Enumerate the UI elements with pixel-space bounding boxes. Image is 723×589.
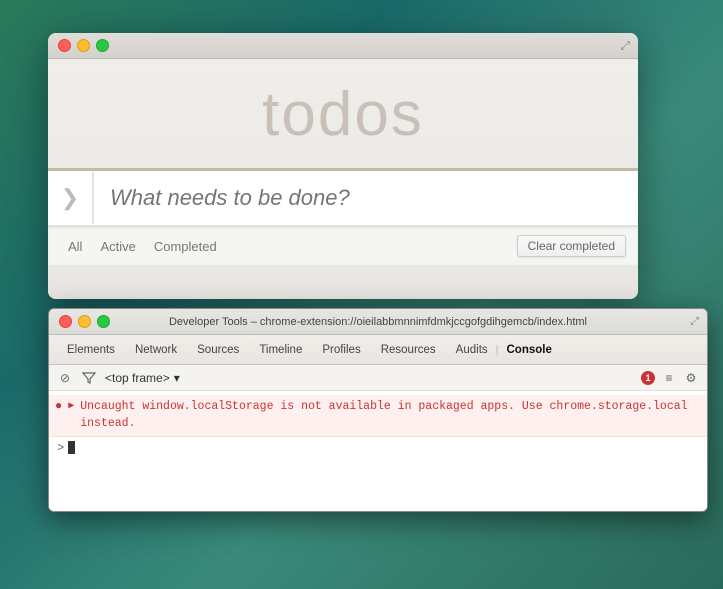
traffic-lights [58,39,109,52]
devtools-close-button[interactable] [59,315,72,328]
settings-icon[interactable]: ⚙ [683,370,699,386]
app-title: todos [48,79,638,150]
console-error-entry: ● ▶ Uncaught window.localStorage is not … [49,395,707,437]
tab-elements[interactable]: Elements [57,338,125,362]
tab-sources[interactable]: Sources [187,338,249,362]
chevron-down-icon: ❯ [61,185,79,211]
expand-triangle-icon[interactable]: ▶ [68,400,74,412]
tab-console[interactable]: Console [497,338,562,362]
expand-icon[interactable]: ⤢ [620,38,630,53]
tab-resources[interactable]: Resources [371,338,446,362]
frame-dropdown-icon: ▾ [174,371,180,385]
frame-label: <top frame> [105,371,170,385]
prompt-symbol: > [57,441,64,455]
devtools-toolbar: ⊘ <top frame> ▾ 1 ≡ ⚙ [49,365,707,391]
tab-network[interactable]: Network [125,338,187,362]
devtools-traffic-lights [59,315,110,328]
tab-audits[interactable]: Audits [446,338,498,362]
devtools-title: Developer Tools – chrome-extension://oie… [169,316,587,328]
error-count: 1 [641,371,655,385]
todos-titlebar: ⤢ [48,33,638,59]
todos-content: todos ❯ All Active Completed Clear compl… [48,59,638,299]
input-row: ❯ [48,171,638,226]
filter-completed-button[interactable]: Completed [146,236,225,257]
console-area: ● ▶ Uncaught window.localStorage is not … [49,391,707,511]
todos-window: ⤢ todos ❯ All Active Completed Cle [48,33,638,299]
toggle-all-button[interactable]: ❯ [48,172,94,224]
desktop: ⤢ todos ❯ All Active Completed Cle [0,18,723,589]
todos-footer: All Active Completed Clear completed [48,226,638,265]
devtools-maximize-button[interactable] [97,315,110,328]
devtools-expand-icon[interactable]: ⤢ [690,315,699,328]
console-prompt-line[interactable]: > [49,437,707,459]
todos-input-area: ❯ All Active Completed Clear completed [48,168,638,265]
new-todo-input[interactable] [94,171,638,225]
devtools-minimize-button[interactable] [78,315,91,328]
filter-all-button[interactable]: All [60,236,90,257]
filter-buttons: All Active Completed [60,236,225,257]
minimize-button[interactable] [77,39,90,52]
no-entry-icon[interactable]: ⊘ [57,370,73,386]
close-button[interactable] [58,39,71,52]
tab-timeline[interactable]: Timeline [249,338,312,362]
frame-selector[interactable]: <top frame> ▾ [105,371,180,385]
tab-profiles[interactable]: Profiles [312,338,370,362]
devtools-tab-bar: Elements Network Sources Timeline Profil… [49,335,707,365]
devtools-titlebar: Developer Tools – chrome-extension://oie… [49,309,707,335]
devtools-right-toolbar: 1 ≡ ⚙ [641,370,699,386]
clear-completed-button[interactable]: Clear completed [517,235,626,257]
filter-active-button[interactable]: Active [92,236,143,257]
error-circle-icon: ● [55,399,62,413]
expand-frames-icon[interactable]: ≡ [661,370,677,386]
devtools-window: Developer Tools – chrome-extension://oie… [48,308,708,512]
console-error-message: Uncaught window.localStorage is not avai… [80,398,701,433]
console-cursor [68,441,75,454]
maximize-button[interactable] [96,39,109,52]
error-badge: 1 [641,371,655,385]
filter-icon[interactable] [81,370,97,386]
